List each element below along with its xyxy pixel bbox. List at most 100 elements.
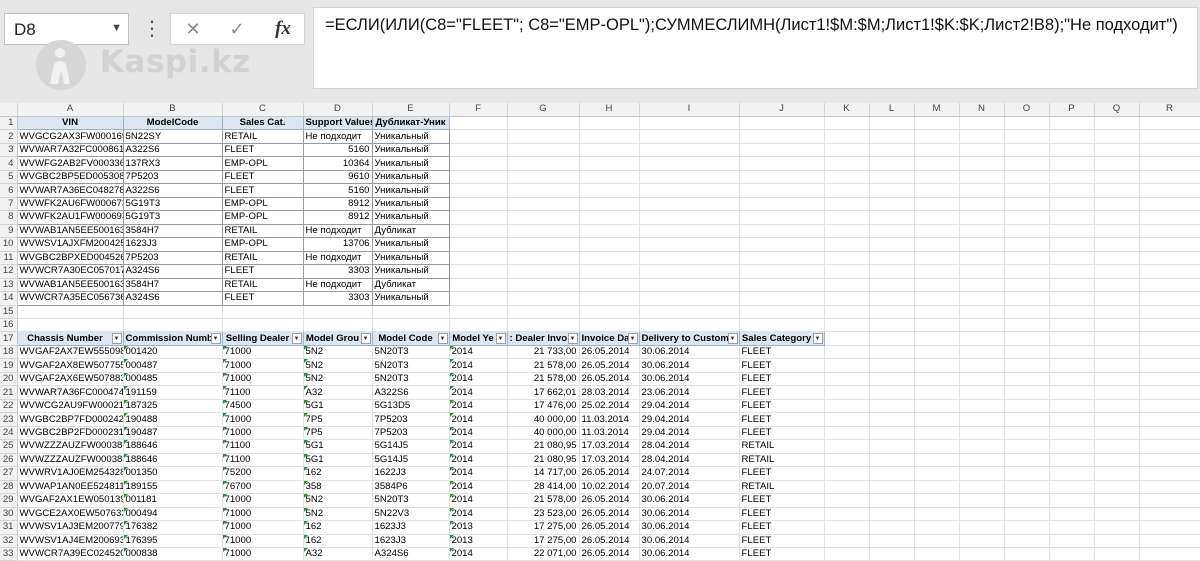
cell[interactable]: Уникальный xyxy=(371,250,450,266)
cell[interactable]: 75200 xyxy=(222,466,304,481)
chevron-down-icon[interactable]: ▼ xyxy=(111,22,122,34)
cell[interactable]: 2014 xyxy=(449,345,508,360)
cell[interactable] xyxy=(1004,116,1050,131)
cell[interactable]: 30.06.2014 xyxy=(639,358,740,373)
cell[interactable]: WVGAF2AX8EW507755 xyxy=(17,358,124,373)
cell[interactable] xyxy=(824,197,870,212)
cell[interactable] xyxy=(959,210,1005,225)
cell[interactable]: 2014 xyxy=(449,439,508,454)
cell[interactable] xyxy=(1094,399,1140,414)
cell[interactable] xyxy=(959,439,1005,454)
cell[interactable]: Уникальный xyxy=(371,291,450,306)
cell[interactable]: 001420 xyxy=(123,345,223,360)
cell[interactable] xyxy=(959,399,1005,414)
filter-dropdown-icon[interactable]: ▼ xyxy=(727,333,738,345)
cell[interactable] xyxy=(1049,520,1095,535)
cell[interactable] xyxy=(1049,412,1095,427)
cell[interactable] xyxy=(914,129,960,144)
cell[interactable] xyxy=(449,183,508,198)
cell[interactable]: 28.03.2014 xyxy=(579,385,640,400)
cell[interactable]: 26.05.2014 xyxy=(579,372,640,387)
cell[interactable]: 71000 xyxy=(222,493,304,508)
cell[interactable]: A324S6 xyxy=(372,547,450,561)
cell[interactable] xyxy=(824,439,870,454)
row-header[interactable]: 12 xyxy=(0,264,18,279)
cell[interactable]: Не подходит xyxy=(302,223,373,239)
cell[interactable]: WVGAF2AX7EW555098 xyxy=(17,345,124,360)
cell[interactable] xyxy=(824,210,870,225)
cell[interactable] xyxy=(507,224,580,239)
row-header[interactable]: 10 xyxy=(0,237,18,252)
cell[interactable] xyxy=(1139,439,1200,454)
cell[interactable] xyxy=(1094,318,1140,333)
cell[interactable]: WVWAP1AN0EE524811 xyxy=(17,480,124,495)
cell[interactable] xyxy=(579,210,640,225)
cell[interactable] xyxy=(449,210,508,225)
cell[interactable] xyxy=(824,372,870,387)
cell[interactable]: 11.03.2014 xyxy=(579,426,640,441)
cell[interactable]: Уникальный xyxy=(371,183,450,198)
cell[interactable] xyxy=(1049,278,1095,293)
cell[interactable]: 30.06.2014 xyxy=(639,547,740,561)
cell[interactable] xyxy=(824,224,870,239)
cell[interactable] xyxy=(1094,466,1140,481)
cell[interactable]: FLEET xyxy=(221,169,304,185)
cell[interactable] xyxy=(914,453,960,468)
cell[interactable] xyxy=(1094,305,1140,320)
cell[interactable] xyxy=(1004,453,1050,468)
cell[interactable] xyxy=(1139,480,1200,495)
cell[interactable] xyxy=(959,224,1005,239)
cell[interactable] xyxy=(303,318,373,333)
cell[interactable]: 14 717,00 xyxy=(507,466,580,481)
column-header[interactable]: G xyxy=(507,103,580,117)
cell[interactable] xyxy=(1004,358,1050,373)
cell[interactable] xyxy=(739,156,825,171)
column-header[interactable]: H xyxy=(579,103,640,117)
cell[interactable]: 24.07.2014 xyxy=(639,466,740,481)
cell[interactable]: 000838 xyxy=(123,547,223,561)
cell[interactable] xyxy=(869,264,915,279)
cell[interactable] xyxy=(1094,480,1140,495)
cell[interactable] xyxy=(914,412,960,427)
cell[interactable]: FLEET xyxy=(739,466,825,481)
cell[interactable] xyxy=(1049,143,1095,158)
cell[interactable]: 5160 xyxy=(302,183,373,198)
cell[interactable] xyxy=(1004,318,1050,333)
cell[interactable]: 28.04.2014 xyxy=(639,439,740,454)
cell[interactable]: 3303 xyxy=(302,291,373,306)
cell[interactable] xyxy=(869,129,915,144)
cell[interactable]: 26.05.2014 xyxy=(579,358,640,373)
cell[interactable] xyxy=(869,520,915,535)
header-cell[interactable]: Commission Numbe ▼ xyxy=(122,331,223,346)
column-header[interactable]: C xyxy=(222,103,304,117)
cell[interactable] xyxy=(824,264,870,279)
cell[interactable] xyxy=(739,183,825,198)
row-header[interactable]: 8 xyxy=(0,210,18,225)
cell[interactable]: 71000 xyxy=(222,345,304,360)
cell[interactable] xyxy=(824,345,870,360)
cell[interactable]: WVGCE2AX0EW507633 xyxy=(17,507,124,522)
cell[interactable]: FLEET xyxy=(739,426,825,441)
cell[interactable] xyxy=(1139,493,1200,508)
cell[interactable] xyxy=(1094,412,1140,427)
cell[interactable] xyxy=(1004,237,1050,252)
cell[interactable]: FLEET xyxy=(739,493,825,508)
cell[interactable] xyxy=(869,345,915,360)
cell[interactable]: 26.05.2014 xyxy=(579,345,640,360)
cell[interactable] xyxy=(914,385,960,400)
cell[interactable] xyxy=(507,318,580,333)
cell[interactable]: 17 476,00 xyxy=(507,399,580,414)
row-header[interactable]: 20 xyxy=(0,372,18,387)
cell[interactable]: Уникальный xyxy=(371,210,450,225)
cell[interactable]: 5G14J5 xyxy=(372,439,450,454)
cell[interactable]: Не подходит xyxy=(302,250,373,266)
cell[interactable]: 000487 xyxy=(123,358,223,373)
cell[interactable]: 190488 xyxy=(123,412,223,427)
cell[interactable] xyxy=(914,143,960,158)
cell[interactable]: WVWSV1AJ4EM200693 xyxy=(17,534,124,548)
cell[interactable] xyxy=(579,116,640,131)
cell[interactable] xyxy=(739,116,825,131)
cell[interactable] xyxy=(959,331,1005,346)
cell[interactable] xyxy=(959,547,1005,561)
header-cell[interactable]: VIN xyxy=(16,115,124,131)
